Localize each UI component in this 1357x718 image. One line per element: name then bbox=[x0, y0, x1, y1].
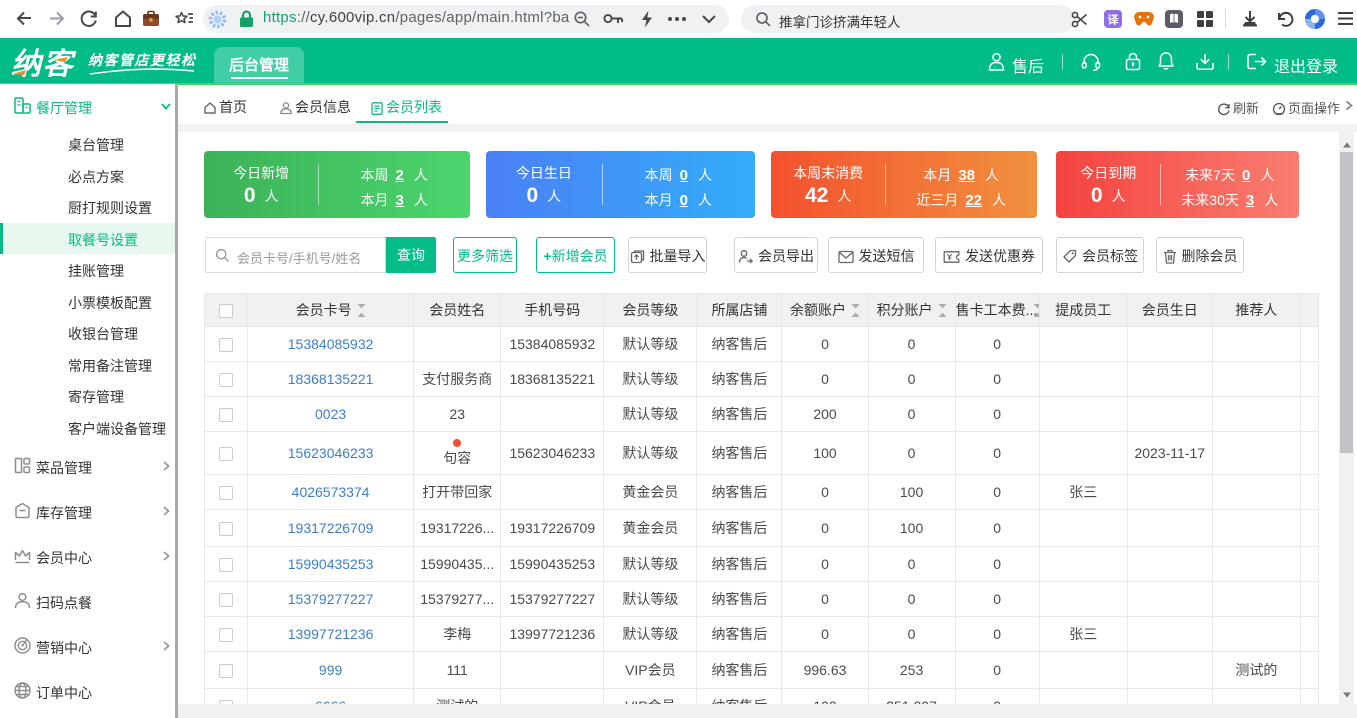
svg-text:纳客管店更轻松: 纳客管店更轻松 bbox=[88, 52, 197, 68]
svg-text:纳客: 纳客 bbox=[11, 47, 76, 80]
svg-text:译: 译 bbox=[1108, 14, 1120, 27]
